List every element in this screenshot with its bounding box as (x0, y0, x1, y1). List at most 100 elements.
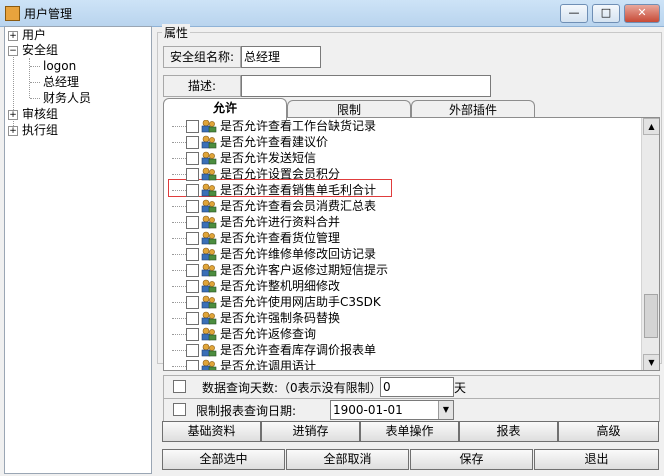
query-days-checkbox[interactable] (173, 380, 186, 393)
permission-checkbox[interactable] (186, 216, 199, 229)
users-icon (201, 311, 217, 325)
reports-button[interactable]: 报表 (459, 421, 558, 442)
permission-checkbox[interactable] (186, 312, 199, 325)
permission-label: 是否允许返修查询 (220, 327, 317, 341)
tree-node-label: 财务人员 (43, 91, 92, 105)
users-icon (201, 279, 217, 293)
window-title: 用户管理 (24, 7, 73, 21)
expand-icon[interactable]: + (8, 125, 18, 136)
tree-node-general-manager[interactable]: 总经理 (43, 74, 79, 90)
query-days-label: 数据查询天数:（0表示没有限制） (202, 381, 382, 395)
permission-label: 是否允许查看建议价 (220, 135, 329, 149)
permission-checkbox[interactable] (186, 120, 199, 133)
permission-label: 是否允许查看工作台缺货记录 (220, 119, 377, 133)
action-button-bar: 全部选中 全部取消 保存 退出 (162, 449, 659, 470)
permission-label: 是否允许查看库存调价报表单 (220, 343, 377, 357)
permission-checkbox[interactable] (186, 168, 199, 181)
permission-checkbox[interactable] (186, 200, 199, 213)
tree-node-label: 审核组 (22, 107, 59, 121)
chevron-down-icon[interactable]: ▼ (438, 401, 453, 419)
users-icon (201, 295, 217, 309)
query-days-row: 数据查询天数:（0表示没有限制） 0 天 (163, 375, 660, 399)
expand-icon[interactable]: + (8, 30, 18, 41)
permission-checkbox[interactable] (186, 232, 199, 245)
users-icon (201, 135, 217, 149)
users-icon (201, 119, 217, 133)
app-icon (5, 6, 20, 21)
tree-node-finance-staff[interactable]: 财务人员 (43, 90, 91, 106)
users-icon (201, 343, 217, 357)
tree-node-security-group[interactable]: − 安全组 (8, 42, 58, 58)
users-icon (201, 199, 217, 213)
form-ops-button[interactable]: 表单操作 (360, 421, 459, 442)
permission-checkbox[interactable] (186, 248, 199, 261)
maximize-button[interactable]: □ (592, 4, 620, 23)
close-button[interactable]: ✕ (624, 4, 660, 23)
tree-node-label: 安全组 (22, 43, 59, 57)
permission-label: 是否允许整机明细修改 (220, 279, 341, 293)
group-tree: + 用户 − 安全组 logon 总经理 财务人员 + 审核组 + 执行组 (4, 26, 152, 474)
permission-checkbox[interactable] (186, 360, 199, 370)
permission-label: 是否允许调用语计 (220, 359, 317, 371)
users-icon (201, 247, 217, 261)
report-date-label: 限制报表查询日期: (196, 404, 297, 418)
tree-node-exec-group[interactable]: + 执行组 (8, 122, 58, 138)
users-icon (201, 151, 217, 165)
minimize-button[interactable]: — (560, 4, 588, 23)
report-date-row: 限制报表查询日期: 1900-01-01 ▼ (163, 398, 660, 422)
permission-label: 是否允许使用网店助手C3SDK (220, 295, 381, 309)
description-label: 描述: (163, 75, 241, 97)
permission-label: 是否允许发送短信 (220, 151, 317, 165)
collapse-icon[interactable]: − (8, 45, 18, 56)
scroll-down-icon[interactable]: ▼ (643, 354, 659, 370)
permission-checkbox[interactable] (186, 152, 199, 165)
report-date-value: 1900-01-01 (333, 403, 403, 417)
permission-label: 是否允许设置会员积分 (220, 167, 341, 181)
basic-data-button[interactable]: 基础资料 (162, 421, 261, 442)
permission-checkbox[interactable] (186, 328, 199, 341)
tree-node-audit-group[interactable]: + 审核组 (8, 106, 58, 122)
permission-checkbox[interactable] (186, 296, 199, 309)
permission-checkbox[interactable] (186, 280, 199, 293)
tree-node-label: logon (43, 59, 77, 73)
report-date-select[interactable]: 1900-01-01 ▼ (330, 400, 454, 420)
tree-node-users[interactable]: + 用户 (8, 27, 46, 43)
permission-list: 是否允许查看工作台缺货记录 是否允许查看建议价 是否允许发送短信是否允许设置会员积分… (163, 117, 660, 371)
query-days-unit: 天 (454, 381, 467, 395)
tree-node-logon[interactable]: logon (43, 58, 76, 74)
tab-allow[interactable]: 允许 (163, 98, 287, 120)
permission-checkbox[interactable] (186, 136, 199, 149)
tree-node-label: 用户 (22, 28, 47, 42)
permission-label: 是否允许查看会员消费汇总表 (220, 199, 377, 213)
group-name-label: 安全组名称: (163, 46, 241, 68)
advanced-button[interactable]: 高级 (558, 421, 659, 442)
scroll-up-icon[interactable]: ▲ (643, 118, 659, 135)
permission-label: 是否允许进行资料合并 (220, 215, 341, 229)
select-all-button[interactable]: 全部选中 (162, 449, 285, 470)
users-icon (201, 327, 217, 341)
users-icon (201, 263, 217, 277)
expand-icon[interactable]: + (8, 109, 18, 120)
permission-label: 是否允许维修单修改回访记录 (220, 247, 377, 261)
users-icon (201, 359, 217, 370)
save-button[interactable]: 保存 (410, 449, 533, 470)
permission-label: 是否允许强制条码替换 (220, 311, 341, 325)
report-date-checkbox[interactable] (173, 403, 186, 416)
description-field[interactable] (241, 75, 491, 97)
vertical-scrollbar[interactable]: ▲ ▼ (641, 118, 659, 370)
exit-button[interactable]: 退出 (534, 449, 659, 470)
users-icon (201, 231, 217, 245)
inventory-button[interactable]: 进销存 (261, 421, 360, 442)
users-icon (201, 167, 217, 181)
query-days-input[interactable]: 0 (380, 377, 454, 397)
permission-checkbox[interactable] (186, 264, 199, 277)
users-icon (201, 183, 217, 197)
properties-legend: 属性 (162, 24, 191, 41)
group-name-field[interactable]: 总经理 (241, 46, 321, 68)
deselect-all-button[interactable]: 全部取消 (286, 449, 409, 470)
permission-checkbox[interactable] (186, 184, 199, 197)
tree-node-label: 执行组 (22, 123, 59, 137)
permission-label: 是否允许查看货位管理 (220, 231, 341, 245)
scroll-thumb[interactable] (644, 294, 658, 338)
permission-checkbox[interactable] (186, 344, 199, 357)
